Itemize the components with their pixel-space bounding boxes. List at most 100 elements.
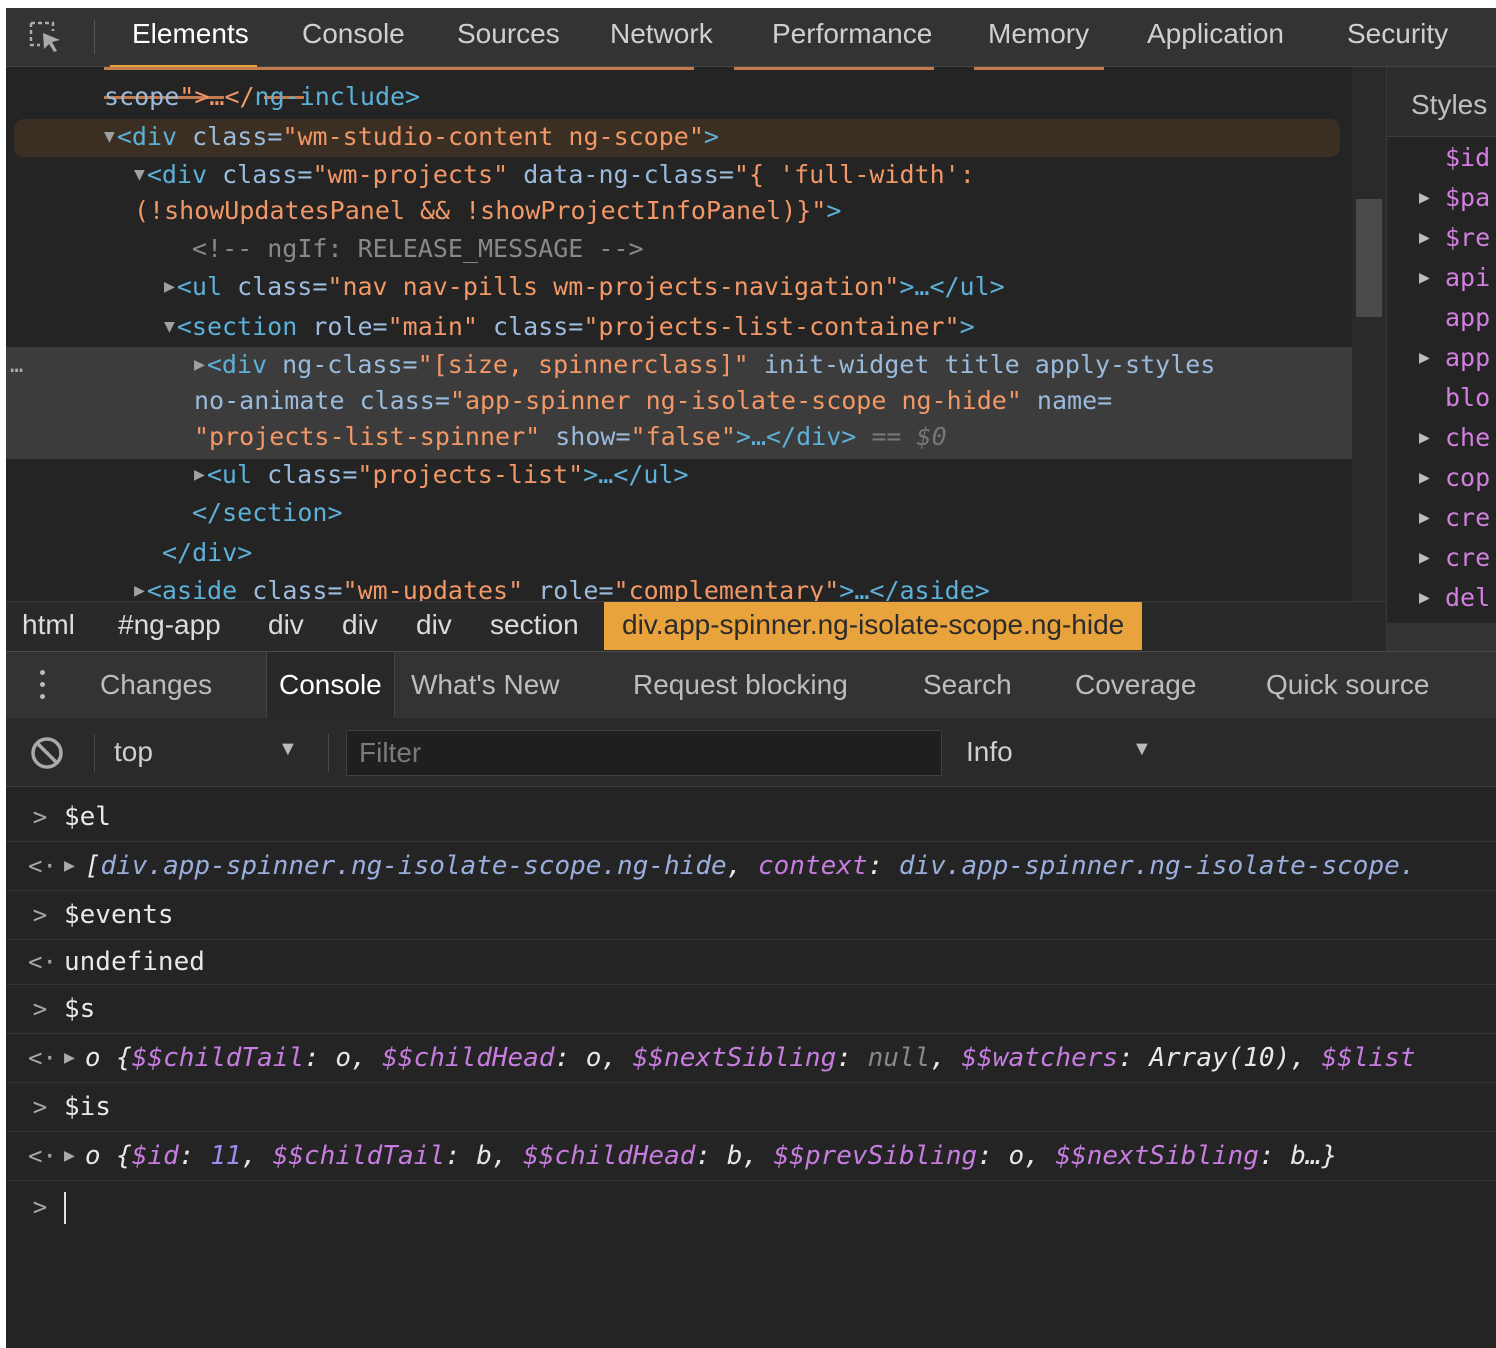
dom-node-section-close[interactable]: </section> <box>192 495 343 531</box>
input-prompt-icon: > <box>32 1093 48 1121</box>
console-filter-input[interactable]: Filter <box>346 730 942 776</box>
dom-node-wm-projects[interactable]: ▼<div class="wm-projects" data-ng-class=… <box>134 157 975 193</box>
tab-elements[interactable]: Elements <box>110 8 257 68</box>
devtools-window: Elements Console Sources Network Perform… <box>6 8 1496 1348</box>
context-selector[interactable]: top <box>114 718 153 786</box>
expand-triangle-icon[interactable]: ▶ <box>1419 179 1430 217</box>
console-prompt-line[interactable]: > <box>6 1183 1496 1231</box>
chevron-down-icon[interactable]: ▼ <box>1132 738 1152 761</box>
crumb-div[interactable]: div <box>416 602 452 650</box>
dom-node-projects-navigation[interactable]: ▶<ul class="nav nav-pills wm-projects-na… <box>164 269 1005 305</box>
inspect-element-icon[interactable] <box>28 20 64 54</box>
tab-sources[interactable]: Sources <box>457 8 560 66</box>
crumb-div[interactable]: div <box>268 602 304 650</box>
styles-tab[interactable]: Styles <box>1387 67 1496 137</box>
input-prompt-icon: > <box>32 803 48 831</box>
console-output[interactable]: > $el <· ▶ [div.app-spinner.ng-isolate-sc… <box>6 787 1496 1348</box>
expand-triangle-icon[interactable]: ▶ <box>164 276 175 297</box>
result-arrow-icon: <· <box>28 852 57 880</box>
tab-performance[interactable]: Performance <box>772 8 932 66</box>
console-result-line[interactable]: <· ▶ o {$id: 11, $$childTail: b, $$childH… <box>6 1132 1496 1181</box>
input-prompt-icon: > <box>32 995 48 1023</box>
crumb-html[interactable]: html <box>22 602 75 650</box>
tab-memory[interactable]: Memory <box>988 8 1089 66</box>
dom-node-app-spinner-cont1: no-animate class="app-spinner ng-isolate… <box>194 386 1113 415</box>
dom-node-div-close[interactable]: </div> <box>162 535 252 571</box>
drawer-tab-coverage[interactable]: Coverage <box>1075 652 1196 718</box>
expand-triangle-icon[interactable]: ▶ <box>64 855 75 876</box>
expand-triangle-icon[interactable]: ▶ <box>194 464 205 485</box>
tab-network[interactable]: Network <box>610 8 713 66</box>
console-result-line[interactable]: <· ▶ [div.app-spinner.ng-isolate-scope.ng… <box>6 842 1496 891</box>
collapse-triangle-icon[interactable]: ▼ <box>134 164 145 185</box>
dom-node-app-spinner-cont2: "projects-list-spinner" show="false">…</… <box>194 422 947 451</box>
dom-node-wm-updates[interactable]: ▶<aside class="wm-updates" role="complem… <box>134 573 990 601</box>
expand-triangle-icon[interactable]: ▶ <box>1419 579 1430 617</box>
drawer-tab-bar: Changes Console What's New Request block… <box>6 651 1496 719</box>
console-input-line[interactable]: > $is <box>6 1083 1496 1132</box>
collapse-triangle-icon[interactable]: ▼ <box>164 316 175 337</box>
tab-security[interactable]: Security <box>1347 8 1448 66</box>
tab-console[interactable]: Console <box>302 8 405 66</box>
console-input-line[interactable]: > $events <box>6 891 1496 940</box>
expand-triangle-icon[interactable]: ▶ <box>1419 499 1430 537</box>
node-actions-ellipsis[interactable]: … <box>10 353 23 378</box>
dom-node-wm-projects-cont: (!showUpdatesPanel && !showProjectInfoPa… <box>134 196 842 225</box>
more-tools-menu-icon[interactable] <box>40 670 48 704</box>
clear-console-icon[interactable] <box>30 736 64 770</box>
expand-triangle-icon[interactable]: ▶ <box>1419 339 1430 377</box>
drawer-tab-quick-source[interactable]: Quick source <box>1266 652 1429 718</box>
expand-triangle-icon[interactable]: ▶ <box>134 580 145 601</box>
log-level-selector[interactable]: Info <box>966 718 1013 786</box>
console-input-line[interactable]: > $el <box>6 793 1496 842</box>
expand-triangle-icon[interactable]: ▶ <box>1419 539 1430 577</box>
result-arrow-icon: <· <box>28 1044 57 1072</box>
dom-node-app-spinner[interactable]: ▶<div ng-class="[size, spinnerclass]" in… <box>194 347 1215 383</box>
console-toolbar: top ▼ Filter Info ▼ <box>6 718 1496 787</box>
crumb-section[interactable]: section <box>490 602 579 650</box>
drawer-tab-request-blocking[interactable]: Request blocking <box>633 652 848 718</box>
crumb-ng-app[interactable]: #ng-app <box>118 602 221 650</box>
dom-node-section-main[interactable]: ▼<section role="main" class="projects-li… <box>164 309 975 345</box>
result-arrow-icon: <· <box>28 1142 57 1170</box>
clipped-previous-line <box>104 67 1284 99</box>
main-tab-bar: Elements Console Sources Network Perform… <box>6 8 1496 68</box>
selected-node-marker: == $0 <box>871 422 947 451</box>
expand-triangle-icon[interactable]: ▶ <box>194 354 205 375</box>
crumb-div[interactable]: div <box>342 602 378 650</box>
dom-node-projects-list[interactable]: ▶<ul class="projects-list">…</ul> <box>194 457 689 493</box>
dom-tree-scrollbar[interactable] <box>1352 67 1386 601</box>
dom-node-studio-content[interactable]: ▼<div class="wm-studio-content ng-scope"… <box>104 119 719 155</box>
collapse-triangle-icon[interactable]: ▼ <box>104 126 115 147</box>
toolbar-divider <box>94 20 95 54</box>
styles-horizontal-scrollbar[interactable] <box>1387 623 1496 651</box>
input-prompt-icon: > <box>32 901 48 929</box>
expand-triangle-icon[interactable]: ▶ <box>1419 219 1430 257</box>
styles-pane: Styles $id ▶ $pa ▶ $re ▶ api app ▶ app blo ▶… <box>1386 67 1496 651</box>
console-result-line[interactable]: <· undefined <box>6 940 1496 985</box>
result-arrow-icon: <· <box>28 948 57 976</box>
chevron-down-icon[interactable]: ▼ <box>278 738 298 761</box>
expand-triangle-icon[interactable]: ▶ <box>1419 419 1430 457</box>
scrollbar-thumb[interactable] <box>1356 199 1382 317</box>
drawer-tab-search[interactable]: Search <box>923 652 1012 718</box>
expand-triangle-icon[interactable]: ▶ <box>1419 459 1430 497</box>
prompt-caret-icon: > <box>32 1193 48 1221</box>
breadcrumb: html #ng-app div div div section div.app… <box>6 601 1386 652</box>
drawer-tab-console[interactable]: Console <box>266 652 395 718</box>
crumb-selected-node[interactable]: div.app-spinner.ng-isolate-scope.ng-hide <box>604 602 1143 650</box>
expand-triangle-icon[interactable]: ▶ <box>64 1145 75 1166</box>
toolbar-divider <box>94 734 95 772</box>
expand-triangle-icon[interactable]: ▶ <box>1419 259 1430 297</box>
tab-application[interactable]: Application <box>1147 8 1284 66</box>
dom-node-ng-include-close[interactable]: scope">…</ng-include> <box>104 79 420 115</box>
drawer-tab-whats-new[interactable]: What's New <box>411 652 560 718</box>
console-result-line[interactable]: <· ▶ o {$$childTail: o, $$childHead: o, $… <box>6 1034 1496 1083</box>
console-input-cursor[interactable] <box>50 1183 66 1231</box>
toolbar-divider <box>328 734 329 772</box>
drawer-tab-changes[interactable]: Changes <box>100 652 212 718</box>
dom-comment-release-message[interactable]: <!-- ngIf: RELEASE_MESSAGE --> <box>192 231 644 267</box>
console-input-line[interactable]: > $s <box>6 985 1496 1034</box>
expand-triangle-icon[interactable]: ▶ <box>64 1047 75 1068</box>
dom-tree-panel[interactable]: … scope">…</ng-include> ▼<div class="wm-… <box>6 67 1352 601</box>
